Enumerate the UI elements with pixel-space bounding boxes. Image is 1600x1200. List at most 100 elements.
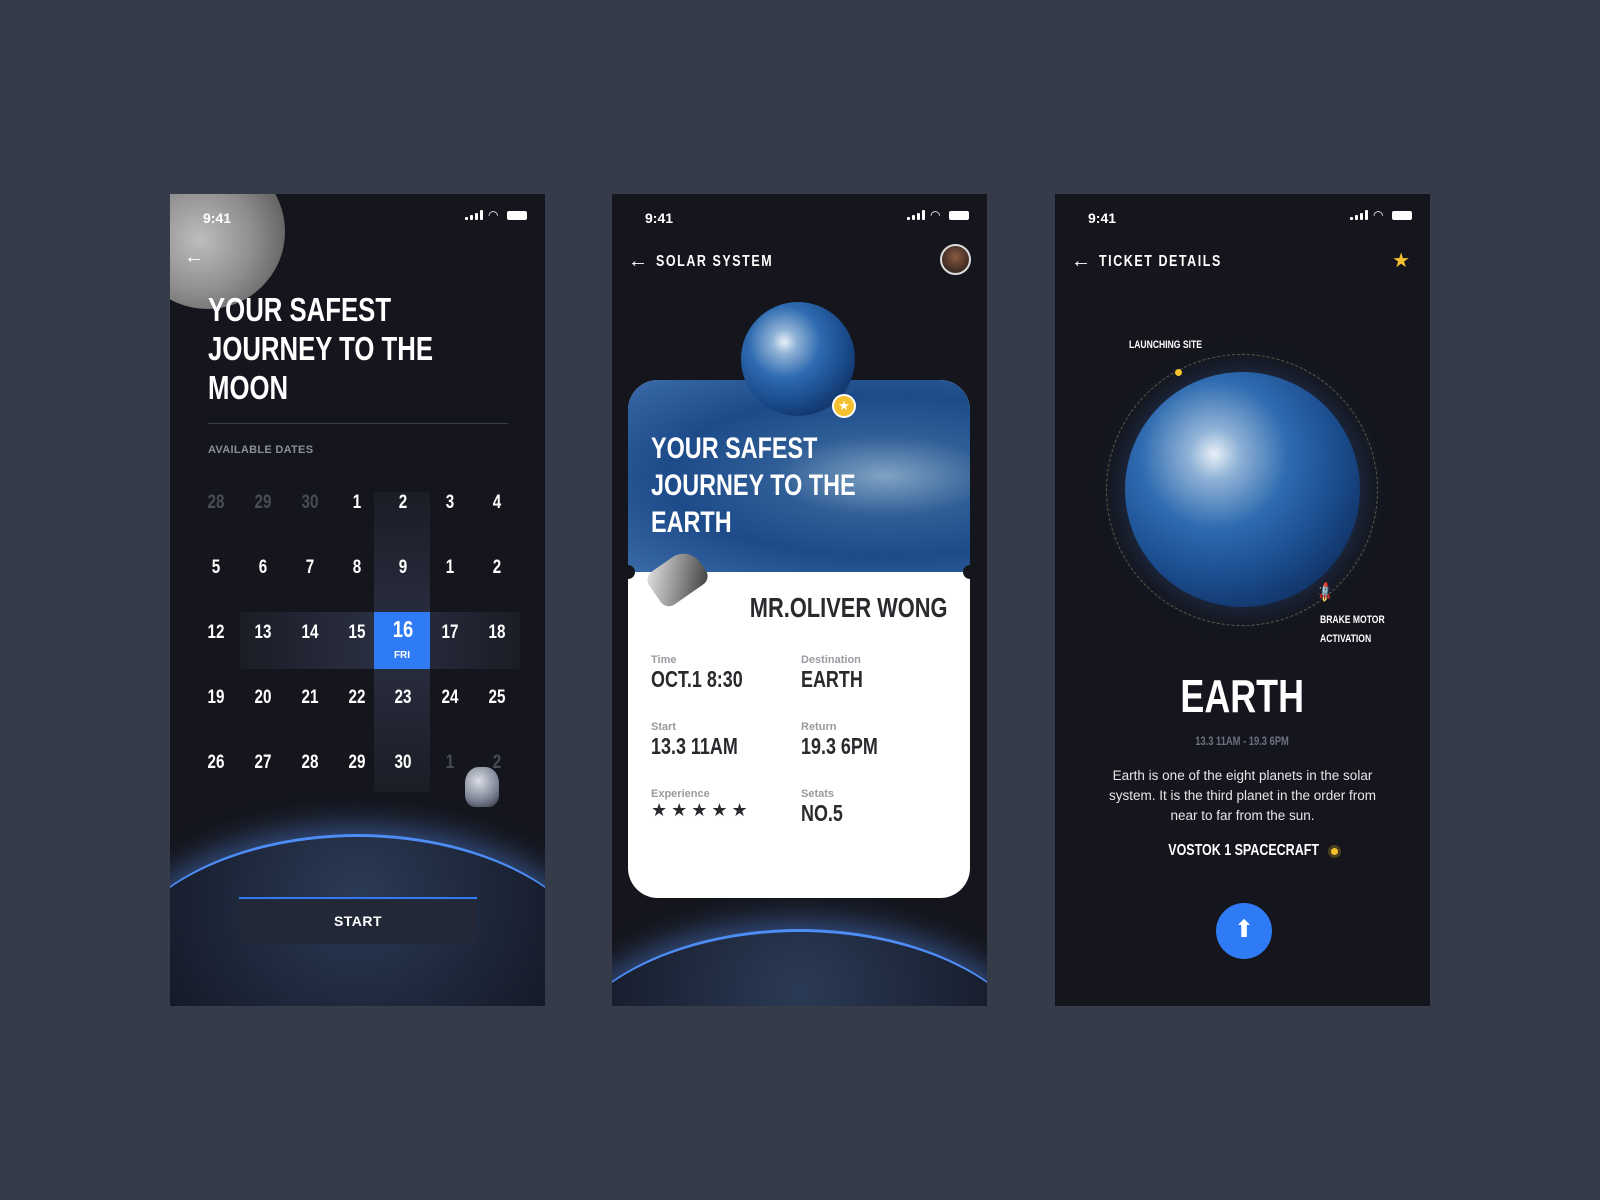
battery-icon	[507, 210, 527, 220]
calendar-day[interactable]: 26	[197, 752, 235, 774]
title-line: JOURNEY TO THE	[651, 469, 856, 502]
status-time: 9:41	[1088, 210, 1117, 226]
seats-label: Setats	[801, 788, 835, 800]
calendar-day[interactable]: 18	[478, 622, 516, 644]
calendar-day[interactable]: 1	[338, 492, 376, 514]
calendar-day[interactable]: 21	[291, 687, 329, 709]
calendar-day[interactable]: 6	[244, 557, 282, 579]
calendar-day[interactable]: 7	[291, 557, 329, 579]
calendar-day[interactable]: 28	[197, 492, 235, 514]
start-button[interactable]: START	[239, 897, 477, 944]
status-icons: ◠	[1350, 208, 1412, 222]
available-dates-label: AVAILABLE DATES	[208, 444, 314, 456]
header-title: SOLAR SYSTEM	[656, 252, 774, 270]
calendar-day[interactable]: 24	[431, 687, 469, 709]
signal-icon	[465, 210, 483, 220]
wifi-icon: ◠	[1373, 208, 1384, 222]
calendar-day[interactable]: 1	[431, 752, 469, 774]
signal-icon	[1350, 210, 1368, 220]
calendar-day[interactable]: 20	[244, 687, 282, 709]
brake-motor-label: ACTIVATION	[1320, 633, 1372, 645]
favorite-star-icon[interactable]: ★	[1392, 248, 1410, 273]
ticket-card[interactable]: YOUR SAFEST JOURNEY TO THE EARTH MR.OLIV…	[628, 380, 970, 898]
time-label: Time	[651, 654, 677, 666]
selected-weekday: FRI	[393, 650, 411, 661]
status-time: 9:41	[645, 210, 674, 226]
header: ← SOLAR SYSTEM	[628, 250, 806, 273]
planet-description: Earth is one of the eight planets in the…	[1108, 768, 1377, 823]
header: ← TICKET DETAILS	[1071, 250, 1256, 273]
earth-globe-image	[1125, 372, 1360, 607]
title-line: YOUR SAFEST	[651, 432, 818, 465]
title-line: JOURNEY TO THE	[208, 330, 434, 367]
arrow-up-icon[interactable]: ⬆	[1216, 903, 1272, 959]
calendar-day[interactable]: 29	[244, 492, 282, 514]
calendar-day[interactable]: 5	[197, 557, 235, 579]
experience-label: Experience	[651, 788, 710, 800]
calendar-day[interactable]: 28	[291, 752, 329, 774]
spacecraft-name: VOSTOK 1 SPACECRAFT	[1168, 842, 1320, 859]
screen-solar-system: 9:41 ◠ ← SOLAR SYSTEM YOUR SAFEST JOURNE…	[612, 194, 987, 1006]
title-line: MOON	[208, 369, 289, 406]
header-title: TICKET DETAILS	[1099, 252, 1222, 270]
start-label: Start	[651, 721, 677, 733]
calendar-day[interactable]: 1	[431, 557, 469, 579]
time-value: OCT.1 8:30	[651, 666, 743, 692]
page-title: YOUR SAFEST JOURNEY TO THE MOON	[208, 290, 497, 407]
calendar-day[interactable]: 4	[478, 492, 516, 514]
avatar[interactable]	[940, 244, 971, 275]
calendar-day[interactable]: 13	[244, 622, 282, 644]
calendar-day[interactable]: 23	[384, 687, 422, 709]
title-line: YOUR SAFEST	[208, 291, 392, 328]
arrow-left-icon[interactable]: ←	[1071, 250, 1091, 273]
ticket-notch	[963, 565, 977, 579]
calendar-day[interactable]: 14	[291, 622, 329, 644]
star-badge-icon: ★	[832, 394, 856, 418]
calendar-day[interactable]: 8	[338, 557, 376, 579]
calendar-day[interactable]: 30	[291, 492, 329, 514]
destination-value: EARTH	[801, 666, 863, 692]
calendar-day[interactable]: 3	[431, 492, 469, 514]
spacecraft-indicator-icon	[1330, 848, 1338, 855]
wifi-icon: ◠	[488, 208, 499, 222]
calendar-day[interactable]: 12	[197, 622, 235, 644]
passenger-name: MR.OLIVER WONG	[750, 592, 948, 623]
return-label: Return	[801, 721, 837, 733]
calendar-day[interactable]: 25	[478, 687, 516, 709]
start-value: 13.3 11AM	[651, 733, 738, 759]
calendar-day[interactable]: 30	[384, 752, 422, 774]
calendar-day[interactable]: 17	[431, 622, 469, 644]
planet-name: EARTH	[1180, 670, 1305, 722]
arrow-left-icon[interactable]: ←	[628, 250, 648, 273]
title-line: EARTH	[651, 506, 732, 539]
wifi-icon: ◠	[930, 208, 941, 222]
battery-icon	[1392, 210, 1412, 220]
seats-value: NO.5	[801, 800, 843, 826]
screen-ticket-details: 9:41 ◠ ← TICKET DETAILS ★ LAUNCHING SITE…	[1055, 194, 1430, 1006]
trip-dates: 13.3 11AM - 19.3 6PM	[1195, 734, 1290, 748]
ticket-notch	[621, 565, 635, 579]
calendar-day-selected[interactable]: 16	[384, 616, 422, 643]
signal-icon	[907, 210, 925, 220]
launching-site-label: LAUNCHING SITE	[1129, 339, 1202, 351]
spacecraft-row[interactable]: VOSTOK 1 SPACECRAFT	[1055, 842, 1430, 860]
divider	[208, 423, 508, 424]
calendar-day[interactable]: 2	[384, 492, 422, 514]
calendar-day[interactable]: 27	[244, 752, 282, 774]
calendar-day[interactable]: 2	[478, 557, 516, 579]
calendar-day[interactable]: 22	[338, 687, 376, 709]
astronaut-image	[465, 767, 499, 807]
calendar-day[interactable]: 9	[384, 557, 422, 579]
status-time: 9:41	[203, 210, 232, 226]
earth-horizon-image	[612, 929, 987, 1006]
calendar-day[interactable]: 29	[338, 752, 376, 774]
destination-label: Destination	[801, 654, 861, 666]
arrow-left-icon[interactable]: ←	[184, 246, 204, 269]
status-icons: ◠	[907, 208, 969, 222]
calendar-grid: FRI 28 29 30 1 2 3 4 5 6 7 8 9 1 2 12 13 14 15 16 17 18 19 20 2…	[170, 472, 545, 802]
launching-site-marker	[1175, 369, 1182, 376]
battery-icon	[949, 210, 969, 220]
card-title: YOUR SAFEST JOURNEY TO THE EARTH	[651, 430, 913, 541]
calendar-day[interactable]: 19	[197, 687, 235, 709]
calendar-day[interactable]: 15	[338, 622, 376, 644]
